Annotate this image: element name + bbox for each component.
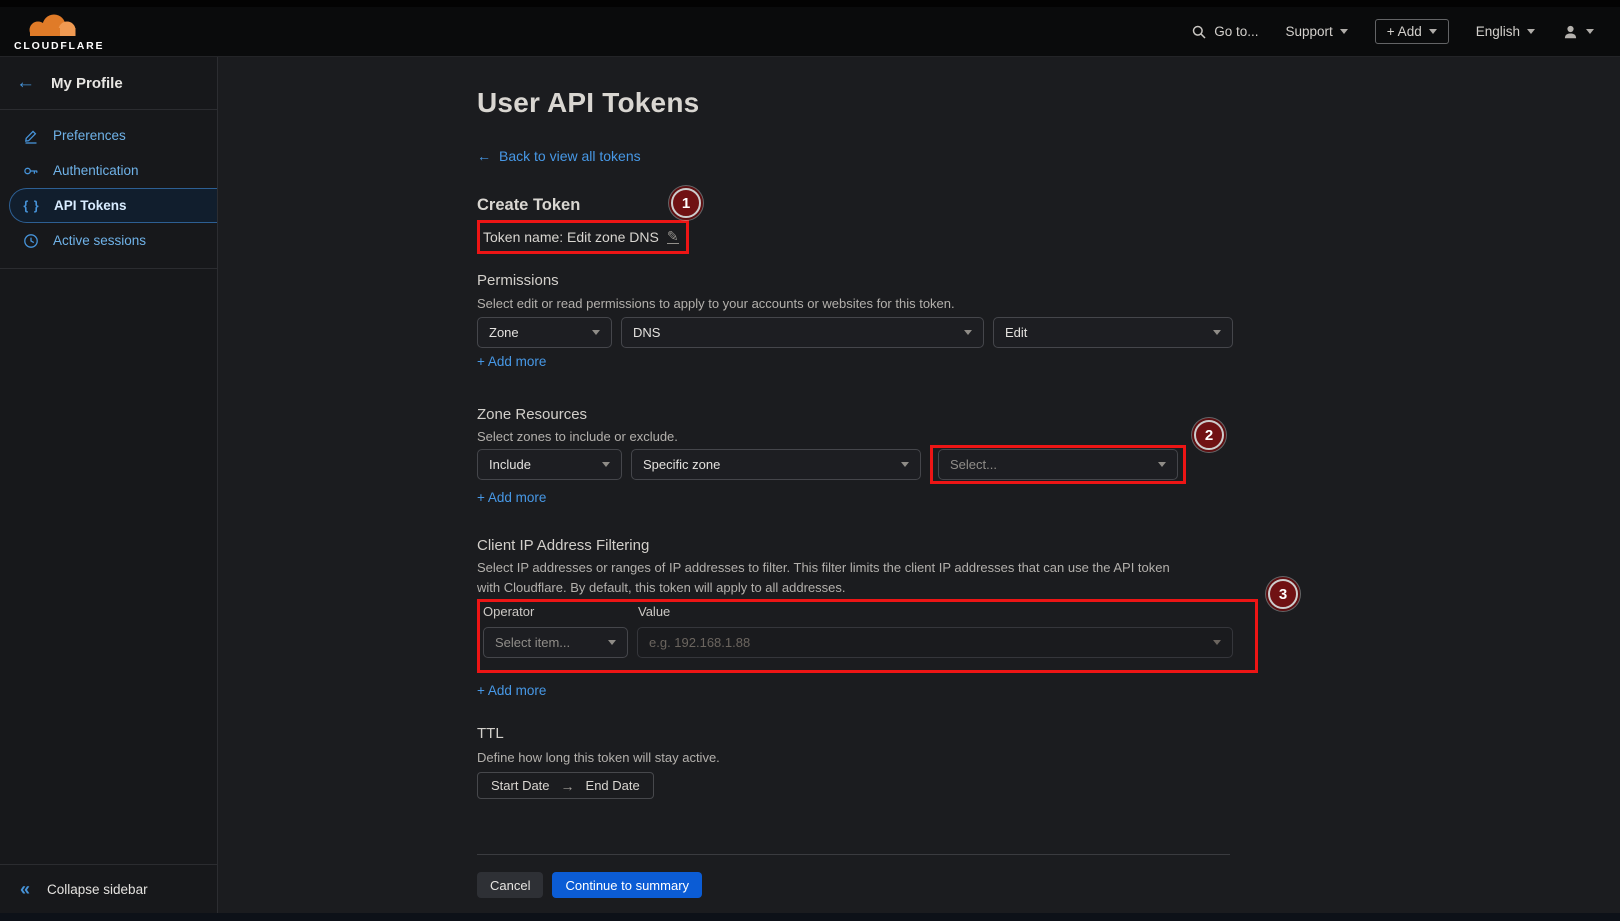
search-icon — [1191, 24, 1207, 40]
chevron-down-icon — [1527, 29, 1535, 34]
back-arrow-icon: ← — [477, 148, 491, 164]
chevron-down-icon — [1340, 29, 1348, 34]
zone-include-select[interactable]: Include — [477, 449, 622, 480]
create-token-heading: Create Token — [477, 195, 1620, 215]
sidebar-item-active-sessions[interactable]: Active sessions — [0, 223, 217, 258]
sidebar-item-label: API Tokens — [54, 198, 127, 213]
ttl-heading: TTL — [477, 725, 1620, 743]
chevron-down-icon — [1213, 640, 1221, 645]
permission-access-select[interactable]: Edit — [993, 317, 1233, 348]
zone-resources-heading: Zone Resources — [477, 406, 1620, 424]
language-menu[interactable]: English — [1476, 24, 1535, 39]
client-ip-heading: Client IP Address Filtering — [477, 537, 1620, 555]
add-menu-button[interactable]: + Add — [1375, 19, 1449, 44]
language-label: English — [1476, 24, 1520, 39]
continue-to-summary-button[interactable]: Continue to summary — [552, 872, 702, 898]
braces-icon: { } — [23, 199, 40, 213]
permissions-subtitle: Select edit or read permissions to apply… — [477, 296, 1620, 312]
annotation-box-client-ip: Operator Value Select item... e.g. 192.1… — [477, 599, 1258, 673]
sidebar: ← My Profile Preferences — [0, 57, 218, 921]
support-menu[interactable]: Support — [1286, 24, 1348, 39]
chevron-down-icon — [1213, 330, 1221, 335]
back-link-label: Back to view all tokens — [499, 148, 641, 164]
back-to-tokens-link[interactable]: ← Back to view all tokens — [477, 148, 641, 164]
edit-pencil-icon[interactable]: ✎ — [667, 230, 679, 244]
annotation-box-zone-select: Select... 2 — [930, 445, 1186, 484]
permissions-heading: Permissions — [477, 272, 1620, 290]
user-menu[interactable] — [1562, 24, 1594, 40]
client-ip-labels: Operator Value — [483, 605, 1245, 619]
permission-group-select[interactable]: DNS — [621, 317, 984, 348]
cloudflare-logo[interactable]: CLOUDFLARE — [14, 12, 114, 52]
client-ip-subtitle: Select IP addresses or ranges of IP addr… — [477, 558, 1177, 597]
chevron-down-icon — [1429, 29, 1437, 34]
annotation-badge-2: 2 — [1194, 420, 1224, 450]
chevron-down-icon — [608, 640, 616, 645]
support-label: Support — [1286, 24, 1333, 39]
footer-divider — [477, 854, 1230, 855]
annotation-badge-1: 1 — [671, 188, 701, 218]
annotation-badge-3: 3 — [1268, 579, 1298, 609]
sidebar-item-label: Authentication — [53, 163, 139, 178]
zone-resources-subtitle: Select zones to include or exclude. — [477, 429, 1620, 445]
chevron-down-icon — [1158, 462, 1166, 467]
chevron-down-icon — [602, 462, 610, 467]
token-name-value: Token name: Edit zone DNS — [483, 226, 659, 248]
goto-label: Go to... — [1214, 24, 1258, 39]
double-chevron-left-icon: « — [20, 879, 30, 900]
chevron-down-icon — [901, 462, 909, 467]
end-date-label: End Date — [586, 778, 640, 793]
goto-search[interactable]: Go to... — [1191, 24, 1258, 40]
ip-operator-select[interactable]: Select item... — [483, 627, 628, 658]
collapse-sidebar-label: Collapse sidebar — [47, 882, 148, 897]
sidebar-item-authentication[interactable]: Authentication — [0, 153, 217, 188]
window-bottom-strip — [0, 913, 1620, 921]
pencil-icon — [22, 128, 39, 144]
sidebar-item-label: Preferences — [53, 128, 126, 143]
sidebar-item-preferences[interactable]: Preferences — [0, 118, 217, 153]
value-label: Value — [638, 605, 670, 619]
person-icon — [1562, 24, 1579, 40]
arrow-right-icon: → — [561, 778, 575, 794]
page-title: User API Tokens — [477, 87, 1620, 119]
cloudflare-cloud-icon: CLOUDFLARE — [14, 12, 114, 52]
annotation-box-token-name: Token name: Edit zone DNS ✎ 1 — [477, 220, 689, 254]
window-top-strip — [0, 0, 1620, 7]
permission-scope-select[interactable]: Zone — [477, 317, 612, 348]
zone-type-select[interactable]: Specific zone — [631, 449, 921, 480]
cancel-button[interactable]: Cancel — [477, 872, 543, 898]
permissions-row: Zone DNS Edit — [477, 317, 1620, 348]
ip-value-input[interactable]: e.g. 192.168.1.88 — [637, 627, 1233, 658]
action-buttons: Cancel Continue to summary — [477, 872, 1620, 898]
zone-resources-add-more-link[interactable]: + Add more — [477, 489, 546, 506]
ttl-subtitle: Define how long this token will stay act… — [477, 750, 1620, 766]
client-ip-controls: Select item... e.g. 192.168.1.88 — [483, 627, 1245, 658]
collapse-sidebar-button[interactable]: « Collapse sidebar — [0, 864, 217, 913]
operator-label: Operator — [483, 605, 638, 619]
zone-resources-row: Include Specific zone Select... 2 — [477, 445, 1620, 484]
cloudflare-dashboard: CLOUDFLARE Go to... Support + Add Englis… — [0, 0, 1620, 921]
header-nav: Go to... Support + Add English — [1191, 19, 1594, 44]
add-label: + Add — [1387, 24, 1422, 39]
chevron-down-icon — [1586, 29, 1594, 34]
sidebar-back[interactable]: ← My Profile — [0, 57, 217, 110]
chevron-down-icon — [964, 330, 972, 335]
sidebar-title: My Profile — [51, 75, 123, 92]
client-ip-add-more-link[interactable]: + Add more — [477, 682, 546, 699]
sidebar-item-label: Active sessions — [53, 233, 146, 248]
ttl-date-range-picker[interactable]: Start Date → End Date — [477, 772, 654, 799]
start-date-label: Start Date — [491, 778, 550, 793]
sidebar-item-api-tokens[interactable]: { } API Tokens — [9, 188, 217, 223]
zone-name-select[interactable]: Select... — [938, 449, 1178, 480]
logo-wordmark: CLOUDFLARE — [14, 40, 104, 52]
top-header: CLOUDFLARE Go to... Support + Add Englis… — [0, 7, 1620, 57]
main-content: User API Tokens ← Back to view all token… — [218, 57, 1620, 921]
permissions-add-more-link[interactable]: + Add more — [477, 353, 546, 370]
key-icon — [22, 163, 39, 179]
chevron-down-icon — [592, 330, 600, 335]
back-arrow-icon: ← — [16, 72, 35, 94]
sidebar-nav: Preferences Authentication { } API Token… — [0, 110, 217, 269]
clock-icon — [22, 233, 39, 249]
